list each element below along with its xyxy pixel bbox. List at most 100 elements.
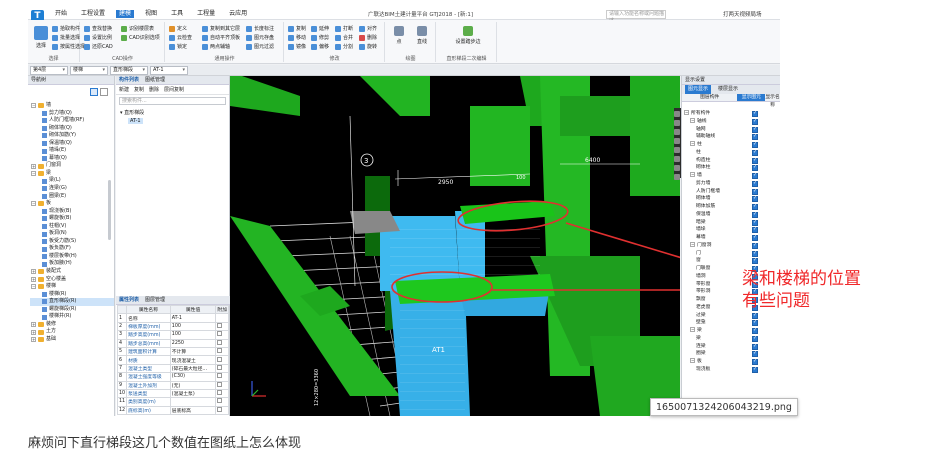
show-element-checkbox[interactable] xyxy=(752,366,758,374)
nav-item[interactable]: 板受力筋(S) xyxy=(30,238,114,246)
list-view-icon[interactable] xyxy=(90,88,98,96)
expand-toggle-icon[interactable]: + xyxy=(31,163,36,169)
nav-item[interactable]: − 板 xyxy=(30,200,114,208)
identify-floor-button[interactable]: 识别楼层表 xyxy=(121,25,154,32)
property-row[interactable]: 3 踏步高度(mm) 100 xyxy=(116,330,229,340)
expand-toggle-icon[interactable]: + xyxy=(31,269,36,275)
show-element-checkbox[interactable] xyxy=(752,250,758,257)
expand-toggle-icon[interactable]: + xyxy=(31,329,36,335)
extra-checkbox[interactable] xyxy=(217,331,223,337)
prop-value[interactable]: 100 xyxy=(169,321,217,332)
element-select[interactable]: AT-1 xyxy=(150,66,188,75)
extend-button[interactable]: 延伸 xyxy=(311,25,329,32)
nav-item[interactable]: − 楼梯 xyxy=(30,283,114,291)
show-element-checkbox[interactable] xyxy=(752,343,758,350)
prop-value[interactable]: (碎石最大粒径... xyxy=(169,363,217,374)
prop-value[interactable] xyxy=(169,397,217,407)
delete-button[interactable]: 删除 xyxy=(359,34,377,41)
nav-item[interactable]: 螺旋板(B) xyxy=(30,215,114,223)
restore-cad-button[interactable]: 还原CAD xyxy=(84,43,113,50)
expand-toggle-icon[interactable]: + xyxy=(31,337,36,343)
rotate-view-icon[interactable] xyxy=(674,138,680,144)
property-row[interactable]: 2 梯板厚度(mm) 100 xyxy=(116,321,229,332)
extra-checkbox[interactable] xyxy=(217,348,223,354)
prop-value[interactable]: (无) xyxy=(169,380,217,390)
collapse-toggle-icon[interactable]: − xyxy=(690,241,695,247)
collapse-toggle-icon[interactable]: − xyxy=(684,110,689,115)
fit-view-icon[interactable] xyxy=(674,147,680,153)
floor-select[interactable]: 第4层 xyxy=(30,66,68,75)
drawing-canvas[interactable]: 3 2950 6400 100 AT1 12×280=3360 xyxy=(230,76,680,416)
prop-value[interactable]: (混凝土泵) xyxy=(169,388,217,399)
show-element-checkbox[interactable] xyxy=(752,358,758,366)
nav-item[interactable]: 螺旋梯段(R) xyxy=(30,306,114,314)
show-element-checkbox[interactable] xyxy=(752,327,758,335)
menu-2[interactable]: 建模 xyxy=(116,10,135,18)
nav-item[interactable]: 现浇板(B) xyxy=(30,208,114,216)
tab-drawing-manage[interactable]: 图纸管理 xyxy=(145,76,165,84)
show-element-checkbox[interactable] xyxy=(752,164,758,172)
nav-item[interactable]: 砌体加筋(Y) xyxy=(30,132,114,140)
property-row[interactable]: 11 类别高度(m) xyxy=(116,397,229,407)
pick-component-button[interactable]: 拾取构件 xyxy=(52,25,80,32)
property-row[interactable]: 4 踏步总高(mm) 2250 xyxy=(116,338,229,348)
show-element-checkbox[interactable] xyxy=(752,126,758,133)
property-row[interactable]: 6 材质 现浇混凝土 xyxy=(116,355,229,365)
prop-value[interactable]: (C30) xyxy=(169,372,217,382)
nav-item[interactable]: + 基础 xyxy=(30,336,114,344)
nav-item[interactable]: 直形梯段(R) xyxy=(30,298,114,306)
copy-to-floor-button[interactable]: 复制到其它层 xyxy=(202,25,240,32)
extra-checkbox[interactable] xyxy=(217,382,223,387)
prop-value[interactable]: 100 xyxy=(169,330,217,340)
pan-icon[interactable] xyxy=(674,129,680,135)
prop-value[interactable]: AT-1 xyxy=(169,313,217,323)
nav-item[interactable]: + 门窗洞 xyxy=(30,162,114,170)
nav-item[interactable]: 人防门框墙(RF) xyxy=(30,117,114,125)
category-select[interactable]: 楼梯 xyxy=(70,66,108,75)
extra-checkbox[interactable] xyxy=(217,340,223,345)
expand-toggle-icon[interactable]: − xyxy=(31,284,36,290)
new-button[interactable]: 新建 xyxy=(119,85,129,94)
nav-item[interactable]: 连梁(G) xyxy=(30,185,114,193)
nav-item[interactable]: 圈梁(E) xyxy=(30,193,114,201)
show-element-checkbox[interactable] xyxy=(752,257,758,265)
nav-item[interactable]: + 装配式 xyxy=(30,268,114,276)
property-row[interactable]: 12 底标高(m) 层底标高 xyxy=(116,405,229,416)
extra-checkbox[interactable] xyxy=(217,398,223,404)
move-button[interactable]: 移动 xyxy=(288,34,306,41)
menu-4[interactable]: 工具 xyxy=(168,10,186,18)
feature-search-input[interactable]: 请输入功能名称或问题描述 xyxy=(606,10,666,24)
property-row[interactable]: 8 混凝土强度等级 (C30) xyxy=(116,372,229,382)
split-button[interactable]: 分割 xyxy=(335,43,353,50)
select-button[interactable]: 选择 xyxy=(30,26,52,49)
batch-select-button[interactable]: 批量选择 xyxy=(52,34,80,41)
collapse-toggle-icon[interactable]: − xyxy=(690,117,695,123)
save-element-button[interactable]: 图元存盘 xyxy=(246,34,274,41)
show-element-checkbox[interactable] xyxy=(752,172,758,180)
menu-0[interactable]: 开始 xyxy=(52,10,70,18)
find-replace-button[interactable]: 查找替换 xyxy=(84,25,112,32)
trim-button[interactable]: 修剪 xyxy=(311,34,329,41)
rotate-button[interactable]: 旋转 xyxy=(359,43,377,50)
property-row[interactable]: 10 泵送类型 (混凝土泵) xyxy=(116,388,229,399)
property-row[interactable]: 1 名称 AT-1 xyxy=(116,313,229,323)
type-select[interactable]: 直形梯段 xyxy=(110,66,148,75)
show-element-checkbox[interactable] xyxy=(752,219,758,226)
cad-options-button[interactable]: CAD识别选项 xyxy=(121,34,160,41)
copy-button[interactable]: 复制 xyxy=(288,25,306,32)
two-point-axis-button[interactable]: 两点辅轴 xyxy=(202,43,230,50)
show-element-checkbox[interactable] xyxy=(752,242,758,250)
line-draw-button[interactable]: 直线 xyxy=(411,26,433,45)
display-settings-icon[interactable] xyxy=(674,165,680,171)
show-element-checkbox[interactable] xyxy=(752,118,758,126)
nav-item[interactable]: 板洞(N) xyxy=(30,230,114,238)
show-element-checkbox[interactable] xyxy=(752,180,758,188)
user-label[interactable]: 打两天视频局场 xyxy=(723,10,762,18)
collapse-toggle-icon[interactable]: − xyxy=(690,141,695,146)
component-search-input[interactable]: 搜索构件... xyxy=(119,97,226,105)
show-element-checkbox[interactable] xyxy=(752,335,758,343)
tab-layer-manage[interactable]: 图层管理 xyxy=(145,296,165,304)
expand-toggle-icon[interactable]: + xyxy=(31,322,36,328)
show-element-checkbox[interactable] xyxy=(752,234,758,242)
show-element-checkbox[interactable] xyxy=(752,157,758,164)
